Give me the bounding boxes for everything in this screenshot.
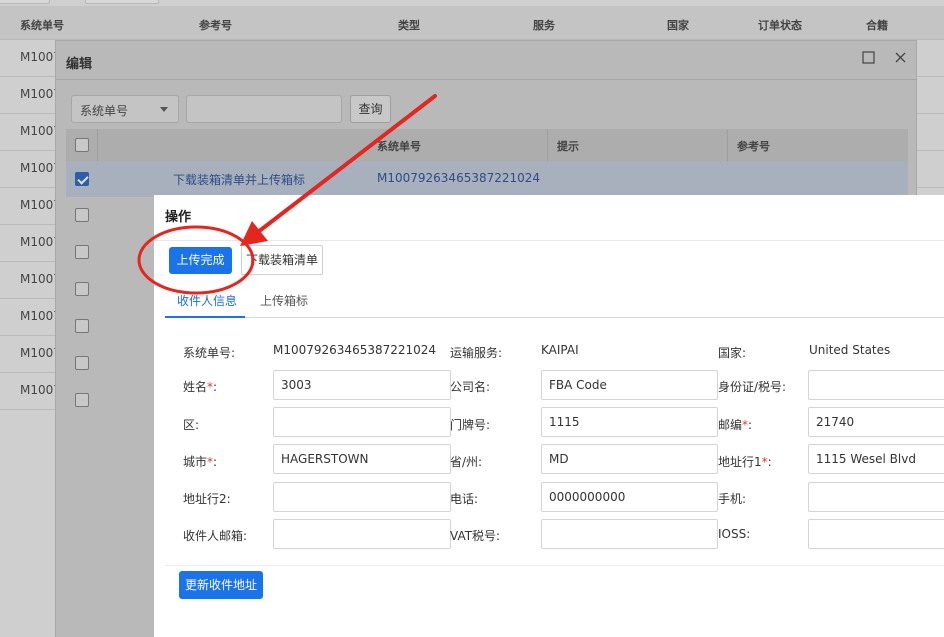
active-tab-indicator — [165, 316, 245, 318]
shipping-service-value: KAIPAI — [541, 343, 579, 357]
table-row[interactable] — [66, 197, 156, 234]
country-value: United States — [809, 343, 891, 357]
divider — [165, 565, 944, 566]
column-header: 服务 — [533, 19, 555, 32]
ioss-input[interactable] — [808, 519, 944, 549]
background-toolbar-button — [85, 0, 159, 4]
row-checkbox[interactable] — [75, 245, 89, 259]
id-tax-label: 身份证/税号: — [718, 380, 787, 394]
tab-recipient-info[interactable]: 收件人信息 — [177, 292, 237, 309]
select-all-checkbox[interactable] — [75, 138, 89, 152]
row-checkbox[interactable] — [75, 393, 89, 407]
phone-label: 电话: — [450, 492, 479, 506]
filter-field-select[interactable]: 系统单号 — [71, 95, 179, 123]
table-row[interactable] — [66, 234, 156, 271]
table-row[interactable] — [66, 271, 156, 308]
column-header: 提示 — [557, 140, 579, 153]
address1-input[interactable]: 1115 Wesel Blvd — [808, 444, 944, 474]
address2-input[interactable] — [273, 482, 451, 512]
shipping-service-label: 运输服务: — [450, 346, 503, 360]
email-input[interactable] — [273, 519, 451, 549]
table-row[interactable] — [66, 382, 156, 419]
operation-dialog-title: 操作 — [165, 210, 192, 225]
divider — [154, 240, 944, 241]
company-input[interactable]: FBA Code — [541, 370, 718, 400]
address1-label: 地址行1*: — [718, 455, 772, 469]
column-header: 系统单号 — [20, 19, 64, 32]
background-toolbar-button — [0, 0, 50, 4]
column-header: 订单状态 — [758, 19, 802, 32]
district-input[interactable] — [273, 407, 451, 437]
close-icon[interactable] — [894, 50, 907, 68]
column-header: 参考号 — [199, 19, 232, 32]
edit-dialog-title: 编辑 — [66, 57, 93, 72]
tab-upload-label[interactable]: 上传箱标 — [260, 292, 308, 309]
table-row-selected[interactable]: 下载装箱清单并上传箱标 M10079263465387221024 — [66, 161, 908, 197]
filter-field-select-value: 系统单号 — [80, 104, 129, 118]
row-checkbox[interactable] — [75, 356, 89, 370]
filter-search-input[interactable] — [186, 95, 342, 123]
column-header: 合籍 — [866, 19, 888, 32]
name-label: 姓名*: — [183, 380, 218, 394]
divider — [547, 129, 548, 161]
edit-table-header: 系统单号 提示 参考号 — [66, 129, 908, 161]
mobile-input[interactable] — [808, 482, 944, 512]
vat-label: VAT税号: — [450, 529, 501, 543]
operation-dialog: 操作 上传完成 下载装箱清单 收件人信息 上传箱标 系统单号: M1007926… — [154, 195, 944, 637]
download-list-upload-label-link[interactable]: 下载装箱清单并上传箱标 — [173, 171, 305, 188]
city-input[interactable]: HAGERSTOWN — [273, 444, 451, 474]
house-no-input[interactable]: 1115 — [541, 407, 718, 437]
id-tax-input[interactable] — [808, 370, 944, 400]
column-header: 参考号 — [737, 140, 770, 153]
column-header: 类型 — [398, 19, 420, 32]
province-label: 省/州: — [450, 455, 483, 469]
upload-complete-button[interactable]: 上传完成 — [169, 247, 232, 274]
row-checkbox[interactable] — [75, 319, 89, 333]
postcode-input[interactable]: 21740 — [808, 407, 944, 437]
chevron-down-icon — [160, 107, 168, 112]
table-row[interactable] — [66, 308, 156, 345]
divider — [56, 79, 916, 80]
email-label: 收件人邮箱: — [183, 529, 248, 543]
row-checkbox[interactable] — [75, 282, 89, 296]
province-input[interactable]: MD — [541, 444, 718, 474]
row-checkbox[interactable] — [75, 208, 89, 222]
house-no-label: 门牌号: — [450, 418, 491, 432]
divider — [727, 129, 728, 161]
update-address-button[interactable]: 更新收件地址 — [179, 571, 263, 599]
operation-tabs: 收件人信息 上传箱标 — [165, 283, 944, 318]
system-no-value: M10079263465387221024 — [273, 343, 437, 357]
row-system-no[interactable]: M10079263465387221024 — [377, 171, 540, 185]
row-checkbox[interactable] — [75, 172, 89, 186]
ioss-label: IOSS: — [718, 527, 751, 541]
country-label: 国家: — [718, 346, 747, 360]
company-label: 公司名: — [450, 380, 491, 394]
background-table-header: 系统单号 参考号 类型 服务 国家 订单状态 合籍 — [0, 6, 944, 40]
vat-input[interactable] — [541, 519, 718, 549]
table-row[interactable] — [66, 345, 156, 382]
query-button[interactable]: 查询 — [350, 95, 391, 123]
maximize-icon[interactable] — [862, 50, 875, 68]
column-header: 国家 — [667, 19, 689, 32]
phone-input[interactable]: 0000000000 — [541, 482, 718, 512]
download-packing-list-button[interactable]: 下载装箱清单 — [241, 245, 323, 275]
postcode-label: 邮编*: — [718, 418, 753, 432]
address2-label: 地址行2: — [183, 492, 231, 506]
system-no-label: 系统单号: — [183, 346, 236, 360]
divider — [97, 129, 98, 161]
district-label: 区: — [183, 418, 200, 432]
column-header: 系统单号 — [377, 140, 421, 153]
mobile-label: 手机: — [718, 492, 747, 506]
name-input[interactable]: 3003 — [273, 370, 451, 400]
city-label: 城市*: — [183, 455, 218, 469]
